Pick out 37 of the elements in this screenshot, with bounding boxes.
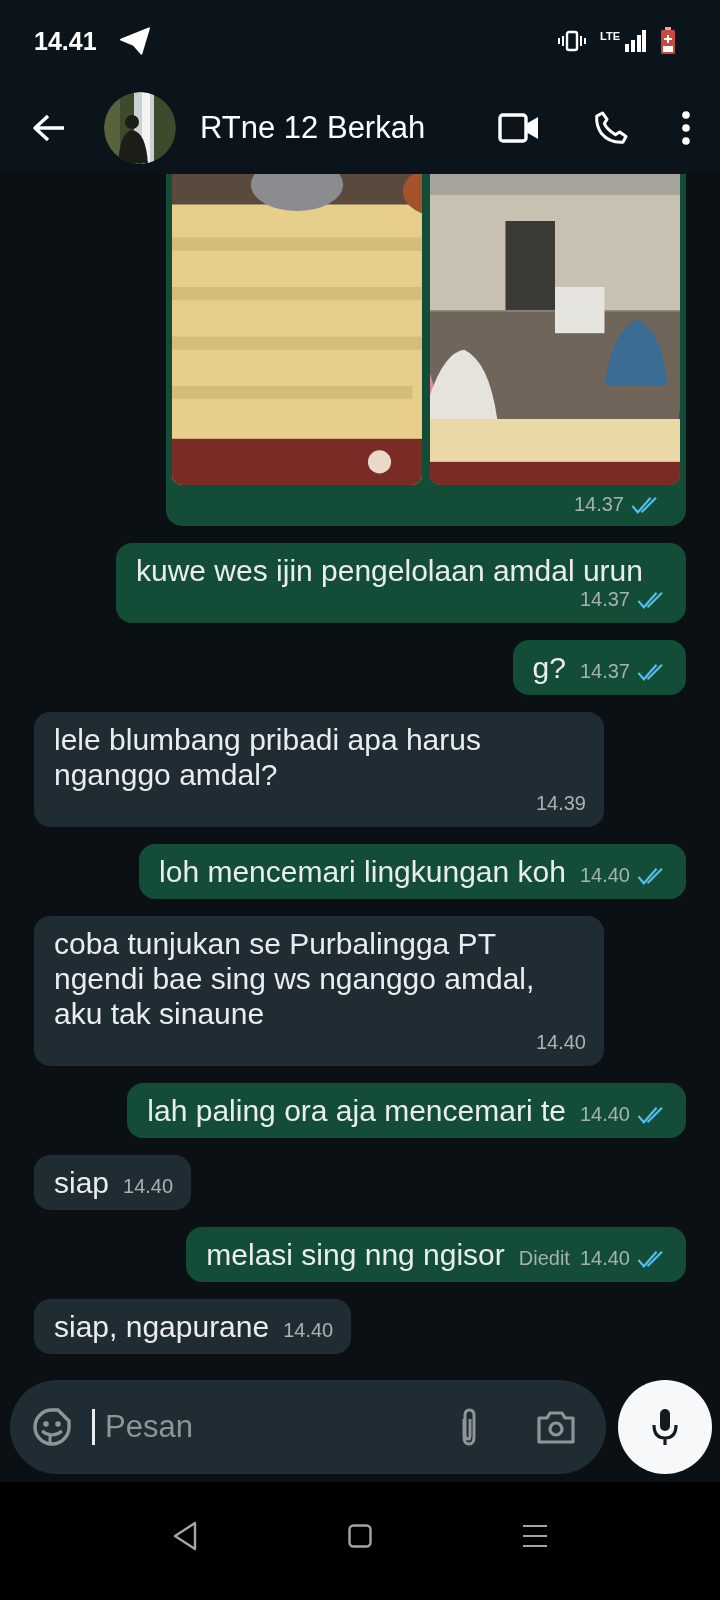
message-text: g? [532, 650, 566, 685]
message-time: 14.40 [283, 1319, 334, 1342]
edited-label: Diedit [518, 1247, 570, 1270]
message-text: loh mencemari lingkungan koh [159, 854, 566, 889]
microphone-icon [651, 1407, 679, 1447]
home-icon[interactable] [348, 1524, 372, 1548]
message-time: 14.37 [579, 660, 630, 683]
message-time: 14.40 [123, 1175, 174, 1198]
more-options-icon[interactable] [682, 111, 690, 145]
message-text: lele blumbang pribadi apa harus nganggo amdal? [54, 722, 482, 792]
chat-title[interactable]: RTne 12 Berkah [200, 110, 498, 146]
message-time: 14.37 [579, 588, 630, 611]
phone-icon[interactable] [592, 109, 630, 147]
camera-icon[interactable] [536, 1409, 576, 1445]
message-text: siap, ngapurane [54, 1309, 270, 1344]
video-camera-icon[interactable] [498, 113, 540, 143]
message-time: 14.40 [579, 1103, 630, 1126]
back-arrow-icon[interactable] [32, 113, 66, 143]
sticker-icon[interactable] [32, 1407, 72, 1447]
message-text: coba tunjukan se Purbalingga PT ngendi bae sing ws nganggo amdal, aku tak sinaune [54, 926, 536, 1031]
message-time: 14.40 [579, 1247, 630, 1270]
message-text: kuwe wes ijin pengelolaan amdal urun [136, 553, 643, 588]
back-icon[interactable] [172, 1521, 198, 1551]
message-time: 14.40 [579, 864, 630, 887]
message-text: lah paling ora aja mencemari te [147, 1093, 566, 1128]
clock-time: 14.41 [34, 26, 97, 56]
network-label: LTE [600, 30, 620, 42]
message-time: 14.40 [535, 1031, 586, 1054]
message-time: 14.37 [573, 493, 624, 516]
message-text: melasi sing nng ngisor [206, 1237, 505, 1272]
recents-icon[interactable] [522, 1524, 548, 1548]
message-time: 14.39 [535, 792, 586, 815]
paper-plane-icon [118, 27, 151, 55]
battery-icon [660, 27, 676, 55]
message-text: siap [54, 1165, 110, 1200]
vibrate-icon [558, 30, 587, 52]
signal-icon [624, 30, 646, 52]
